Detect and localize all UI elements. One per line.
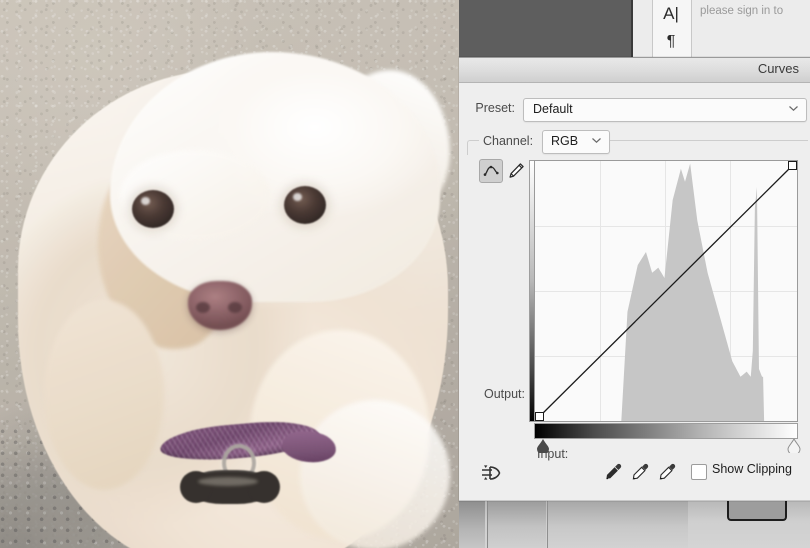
dog-id-tag-left-lobe <box>180 471 212 503</box>
sign-in-message[interactable]: please sign in to <box>700 1 810 21</box>
dog-id-tag-engraving <box>198 477 258 486</box>
output-label: Output: <box>484 387 525 401</box>
curve-control-point-white[interactable] <box>788 161 797 170</box>
dog-left-nostril <box>196 302 210 313</box>
preset-label: Preset: <box>475 101 515 115</box>
curve-display-options-icon[interactable] <box>480 462 506 484</box>
dog-right-nostril <box>228 302 242 313</box>
edit-points-curve-tool-icon[interactable] <box>479 159 503 183</box>
dog-right-eye <box>284 186 326 224</box>
dialog-bottom-edge <box>459 500 810 501</box>
channel-select[interactable]: RGB <box>542 130 610 154</box>
paragraph-panel-glyph: ¶ <box>666 33 676 50</box>
dog-right-eye-highlight <box>293 193 302 201</box>
channel-value: RGB <box>551 134 579 148</box>
character-panel-icon[interactable]: A| <box>652 0 690 28</box>
curve-control-point-black[interactable] <box>535 412 544 421</box>
white-input-slider[interactable] <box>786 437 802 456</box>
background-column-2 <box>487 500 546 548</box>
curves-dialog-title: Curves <box>757 61 799 76</box>
input-gradient-bar <box>534 423 798 439</box>
tone-curve-line <box>535 161 797 421</box>
curves-graph[interactable] <box>534 160 798 422</box>
background-column-3 <box>547 500 688 548</box>
background-column-1 <box>459 500 485 548</box>
app-canvas-area <box>459 0 633 57</box>
dog-id-tag-right-lobe <box>248 471 280 503</box>
curves-dialog-titlebar[interactable]: Curves <box>459 58 810 83</box>
preset-row: Preset: Default <box>459 98 810 122</box>
white-point-eyedropper-icon[interactable] <box>658 462 678 482</box>
dog-fur-chest <box>300 400 450 548</box>
preset-select[interactable]: Default <box>523 98 807 122</box>
document-canvas-photo[interactable] <box>0 0 459 548</box>
screenshot-root: A| ¶ please sign in to Curves Preset: De… <box>0 0 810 548</box>
character-panel-glyph: A| <box>663 4 679 23</box>
preset-value: Default <box>533 102 573 116</box>
channel-label: Channel: <box>483 134 534 148</box>
paragraph-panel-icon[interactable]: ¶ <box>652 28 690 56</box>
curves-dialog: Curves Preset: Default Channel: RGB Outp… <box>459 57 810 501</box>
default-focused-button[interactable] <box>727 500 787 521</box>
gray-point-eyedropper-icon[interactable] <box>631 462 651 482</box>
show-clipping-checkbox[interactable] <box>691 464 707 480</box>
dog-left-eye-highlight <box>141 197 150 205</box>
chevron-down-icon <box>789 106 798 111</box>
show-clipping-label: Show Clipping <box>712 462 792 476</box>
dog-fur-left <box>44 300 164 490</box>
input-label: Input: <box>537 447 569 461</box>
black-point-eyedropper-icon[interactable] <box>604 462 624 482</box>
chevron-down-icon <box>592 138 601 143</box>
draw-curve-pencil-tool-icon[interactable] <box>505 159 527 181</box>
dog-left-eye <box>132 190 174 228</box>
